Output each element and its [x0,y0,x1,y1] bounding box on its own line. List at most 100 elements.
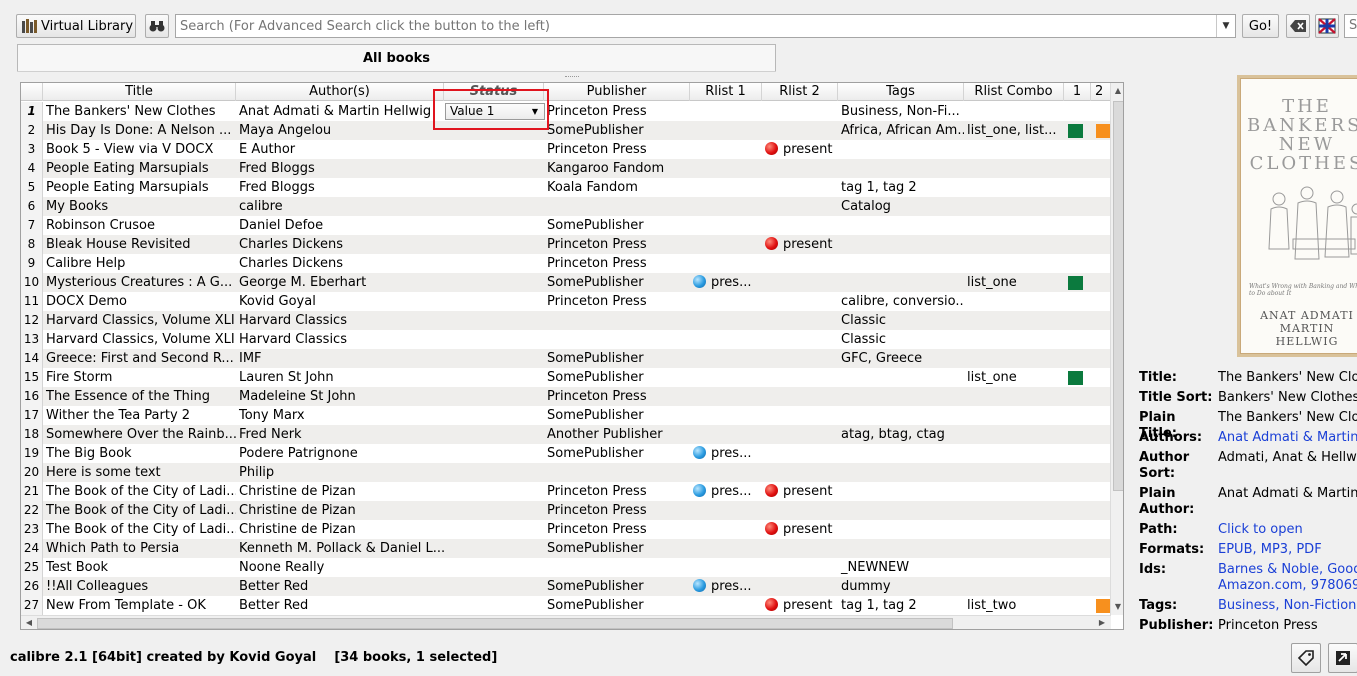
vertical-scrollbar[interactable]: ▲ ▼ [1110,83,1123,615]
cell-tags: GFC, Greece [841,351,923,366]
column-header-rlist-2[interactable]: Rlist 2 [762,83,838,101]
table-row[interactable]: 16 The Essence of the Thing Madeleine St J… [21,387,1111,406]
table-row[interactable]: 13 Harvard Classics, Volume XLII Harvard C… [21,330,1111,349]
table-row[interactable]: 3 Book 5 - View via V DOCX E Author Princet… [21,140,1111,159]
vertical-scroll-thumb[interactable] [1113,101,1123,491]
table-row[interactable]: 1 The Bankers' New Clothes Anat Admati & M… [21,102,1111,121]
row-number[interactable]: 22 [21,501,43,520]
table-row[interactable]: 20 Here is some text Philip [21,463,1111,482]
table-row[interactable]: 22 The Book of the City of Ladi... Christi… [21,501,1111,520]
column-header-authors[interactable]: Author(s) [236,83,444,101]
row-number[interactable]: 27 [21,596,43,615]
row-number[interactable]: 14 [21,349,43,368]
table-row[interactable]: 4 People Eating Marsupials Fred Bloggs Kang… [21,159,1111,178]
clear-search-button[interactable] [1286,14,1310,38]
row-number[interactable]: 21 [21,482,43,501]
cell-author: Fred Bloggs [239,180,315,195]
row-number[interactable]: 23 [21,520,43,539]
horizontal-scroll-thumb[interactable] [37,618,953,629]
row-number[interactable]: 18 [21,425,43,444]
row-number[interactable]: 26 [21,577,43,596]
table-row[interactable]: 11 DOCX Demo Kovid Goyal Princeton Press cal… [21,292,1111,311]
row-number[interactable]: 20 [21,463,43,482]
row-number[interactable]: 1 [21,102,43,121]
row-number[interactable]: 25 [21,558,43,577]
table-row[interactable]: 2 His Day Is Done: A Nelson ... Maya Angel… [21,121,1111,140]
tag-browser-toggle-button[interactable] [1291,643,1321,673]
saved-search-input[interactable]: S [1344,14,1357,38]
table-row[interactable]: 9 Calibre Help Charles Dickens Princeton Pr… [21,254,1111,273]
column-header-1[interactable]: 1 [1064,83,1091,101]
table-row[interactable]: 15 Fire Storm Lauren St John SomePublisher l… [21,368,1111,387]
virtual-library-label: Virtual Library [41,18,134,34]
tags-link[interactable]: Business, Non-Fiction [1218,598,1356,614]
cell-text: present [783,522,833,537]
cover-grid-toggle-button[interactable] [1328,643,1357,673]
book-cover[interactable]: THE BANKERS' NEW CLOTHES What's Wrong wi… [1240,78,1357,354]
virtual-library-button[interactable]: Virtual Library [16,14,136,38]
row-number[interactable]: 17 [21,406,43,425]
scroll-up-icon[interactable]: ▲ [1111,84,1123,98]
table-row[interactable]: 25 Test Book Noone Really _NEWNEW [21,558,1111,577]
advanced-search-button[interactable] [145,14,169,38]
column-header-rlist-1[interactable]: Rlist 1 [690,83,762,101]
table-row[interactable]: 27 New From Template - OK Better Red SomePu… [21,596,1111,615]
row-number[interactable]: 19 [21,444,43,463]
scroll-left-icon[interactable]: ◀ [22,616,36,629]
tab-all-books[interactable]: All books [17,44,776,72]
row-number[interactable]: 24 [21,539,43,558]
ids-link-2[interactable]: Amazon.com, 9780691 [1218,578,1357,594]
row-number[interactable]: 5 [21,178,43,197]
horizontal-scrollbar[interactable]: ◀ ▶ [21,615,1111,629]
row-number[interactable]: 11 [21,292,43,311]
formats-link[interactable]: EPUB, MP3, PDF [1218,542,1322,558]
row-number[interactable]: 3 [21,140,43,159]
splitter-handle[interactable] [565,76,579,78]
table-row[interactable]: 18 Somewhere Over the Rainb... Fred Nerk An… [21,425,1111,444]
row-number[interactable]: 8 [21,235,43,254]
table-row[interactable]: 5 People Eating Marsupials Fred Bloggs Koal… [21,178,1111,197]
header-corner[interactable] [21,83,43,101]
path-link[interactable]: Click to open [1218,522,1303,538]
scroll-right-icon[interactable]: ▶ [1095,616,1109,629]
column-header-title[interactable]: Title [43,83,236,101]
column-header-publisher[interactable]: Publisher [544,83,690,101]
book-details-icon [1336,651,1350,665]
column-header-rlist-combo[interactable]: Rlist Combo [964,83,1064,101]
row-number[interactable]: 2 [21,121,43,140]
authors-link[interactable]: Anat Admati & Martin Hellwig [1218,430,1357,446]
table-row[interactable]: 26 !!All Colleagues Better Red SomePublishe… [21,577,1111,596]
row-number[interactable]: 9 [21,254,43,273]
cell-title: Harvard Classics, Volume XLII [46,332,236,347]
row-number[interactable]: 10 [21,273,43,292]
search-box[interactable]: ▼ [175,14,1236,38]
saved-search-button[interactable] [1315,14,1339,38]
search-history-dropdown[interactable]: ▼ [1216,15,1235,37]
table-row[interactable]: 12 Harvard Classics, Volume XLI Harvard Cl… [21,311,1111,330]
table-row[interactable]: 14 Greece: First and Second R... IMF SomePu… [21,349,1111,368]
table-row[interactable]: 21 The Book of the City of Ladi... Christi… [21,482,1111,501]
go-button[interactable]: Go! [1242,14,1279,38]
table-row[interactable]: 24 Which Path to Persia Kenneth M. Pollack… [21,539,1111,558]
column-header-2[interactable]: 2 [1091,83,1111,101]
scroll-down-icon[interactable]: ▼ [1111,600,1123,614]
row-number[interactable]: 15 [21,368,43,387]
table-row[interactable]: 23 The Book of the City of Ladi... Christi… [21,520,1111,539]
table-row[interactable]: 8 Bleak House Revisited Charles Dickens Pri… [21,235,1111,254]
table-row[interactable]: 10 Mysterious Creatures : A G... George M.… [21,273,1111,292]
row-number[interactable]: 6 [21,197,43,216]
row-number[interactable]: 7 [21,216,43,235]
ids-link[interactable]: Barnes & Noble, Goodreads, [1218,562,1357,578]
row-number[interactable]: 16 [21,387,43,406]
table-row[interactable]: 17 Wither the Tea Party 2 Tony Marx SomePub… [21,406,1111,425]
row-number[interactable]: 12 [21,311,43,330]
search-input[interactable] [176,15,1216,37]
table-row[interactable]: 7 Robinson Crusoe Daniel Defoe SomePublishe… [21,216,1111,235]
table-row[interactable]: 6 My Books calibre Catalog [21,197,1111,216]
row-number[interactable]: 13 [21,330,43,349]
cell-author: Noone Really [239,560,325,575]
row-number[interactable]: 4 [21,159,43,178]
column-header-tags[interactable]: Tags [838,83,964,101]
table-row[interactable]: 19 The Big Book Podere Patrignone SomePubli… [21,444,1111,463]
cell-title: The Book of the City of Ladi... [46,522,236,537]
